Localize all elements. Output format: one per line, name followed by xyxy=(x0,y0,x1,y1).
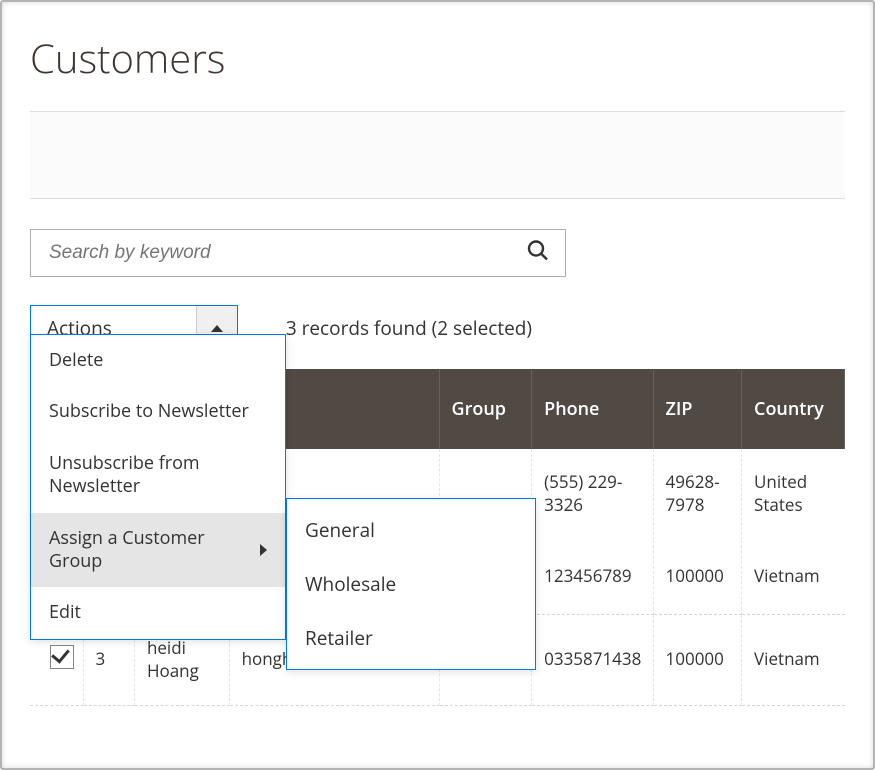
cell-phone: 123456789 xyxy=(532,540,653,615)
cell-phone: 0335871438 xyxy=(532,615,653,706)
toolbar-band xyxy=(30,111,845,199)
page-title: Customers xyxy=(30,30,845,85)
actions-item-edit[interactable]: Edit xyxy=(31,587,285,638)
actions-item-unsubscribe[interactable]: Unsubscribe from Newsletter xyxy=(31,438,285,513)
col-group[interactable]: Group xyxy=(440,369,533,449)
actions-item-assign-group[interactable]: Assign a Customer Group xyxy=(31,513,285,588)
group-option-retailer[interactable]: Retailer xyxy=(287,611,535,669)
assign-group-submenu: General Wholesale Retailer xyxy=(286,498,536,670)
col-zip[interactable]: ZIP xyxy=(654,369,742,449)
cell-phone: (555) 229-3326 xyxy=(532,449,653,540)
caret-right-icon xyxy=(260,544,267,556)
cell-country: Vietnam xyxy=(742,615,845,706)
cell-zip: 100000 xyxy=(654,540,742,615)
cell-country: Vietnam xyxy=(742,540,845,615)
actions-item-label: Assign a Customer Group xyxy=(49,527,260,574)
col-phone[interactable]: Phone xyxy=(532,369,653,449)
col-country[interactable]: Country xyxy=(742,369,845,449)
actions-item-delete[interactable]: Delete xyxy=(31,335,285,386)
group-option-wholesale[interactable]: Wholesale xyxy=(287,557,535,611)
row-checkbox[interactable] xyxy=(50,645,74,669)
caret-up-icon xyxy=(211,325,223,332)
group-option-general[interactable]: General xyxy=(287,499,535,557)
actions-menu: Delete Subscribe to Newsletter Unsubscri… xyxy=(30,334,286,640)
actions-item-subscribe[interactable]: Subscribe to Newsletter xyxy=(31,386,285,437)
search-icon[interactable] xyxy=(526,239,550,268)
cell-zip: 100000 xyxy=(654,615,742,706)
search-input[interactable] xyxy=(30,229,566,277)
records-summary: 3 records found (2 selected) xyxy=(286,315,532,341)
cell-zip: 49628-7978 xyxy=(654,449,742,540)
cell-country: United States xyxy=(742,449,845,540)
search-wrap xyxy=(30,229,566,277)
